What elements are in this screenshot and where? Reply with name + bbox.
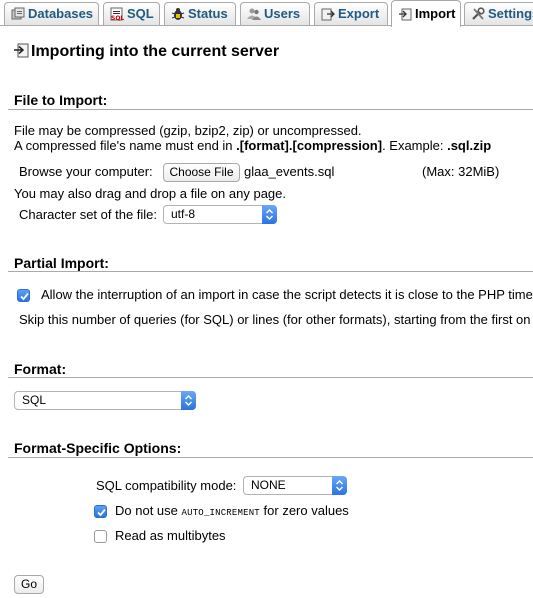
format-select[interactable]: SQL (14, 391, 196, 410)
skip-queries-label: Skip this number of queries (for SQL) or… (19, 312, 531, 327)
sql-compat-select[interactable]: NONE (243, 476, 347, 495)
allow-interrupt-label: Allow the interruption of an import in c… (41, 287, 533, 302)
tab-users[interactable]: Users (240, 2, 310, 25)
section-divider (8, 377, 533, 378)
drag-drop-note: You may also drag and drop a file on any… (14, 186, 286, 201)
section-divider (8, 109, 533, 110)
no-auto-increment-checkbox[interactable] (94, 505, 107, 518)
max-size-note: (Max: 32MiB) (422, 164, 500, 179)
tab-settings[interactable]: Settings (464, 2, 533, 25)
page-title: Importing into the current server (13, 42, 279, 61)
databases-icon (11, 7, 25, 21)
checkmark-icon (97, 508, 106, 517)
read-multibytes-label: Read as multibytes (115, 528, 226, 543)
browse-label: Browse your computer: (19, 164, 153, 179)
file-import-heading: File to Import: (14, 92, 108, 108)
svg-text:SQL: SQL (111, 15, 124, 21)
no-auto-increment-label: Do not use AUTO_INCREMENT for zero value… (115, 503, 349, 518)
format-heading: Format: (14, 361, 67, 377)
read-multibytes-checkbox[interactable] (94, 530, 107, 543)
tab-import[interactable]: Import (391, 0, 461, 27)
select-arrows-icon (332, 476, 347, 495)
allow-interrupt-checkbox[interactable] (17, 289, 30, 302)
tab-export[interactable]: Export (314, 2, 388, 25)
partial-import-heading: Partial Import: (14, 255, 109, 271)
format-options-heading: Format-Specific Options: (14, 440, 182, 456)
main-tab-bar: Databases SQL SQL Status Users Export Im… (0, 0, 533, 27)
tab-sql[interactable]: SQL SQL (103, 2, 160, 25)
go-button[interactable]: Go (14, 575, 44, 594)
users-icon (247, 7, 261, 21)
section-divider (8, 271, 533, 272)
charset-label: Character set of the file: (19, 207, 158, 222)
select-arrows-icon (181, 391, 196, 410)
compression-info: File may be compressed (gzip, bzip2, zip… (14, 123, 362, 138)
import-icon (13, 42, 29, 58)
export-icon (321, 7, 335, 21)
sql-compat-label: SQL compatibility mode: (96, 478, 237, 493)
select-arrows-icon (262, 205, 277, 224)
sql-icon: SQL (110, 7, 124, 22)
section-divider (8, 457, 533, 458)
compression-name-info: A compressed file's name must end in .[f… (14, 138, 492, 153)
import-icon (398, 7, 412, 21)
status-icon (171, 7, 185, 21)
charset-select[interactable]: utf-8 (163, 205, 277, 224)
tab-databases[interactable]: Databases (4, 2, 99, 25)
checkmark-icon (20, 292, 29, 301)
selected-file-name: glaa_events.sql (244, 164, 335, 179)
tab-status[interactable]: Status (164, 2, 236, 25)
choose-file-button[interactable]: Choose File (163, 163, 240, 182)
settings-icon (471, 7, 485, 21)
